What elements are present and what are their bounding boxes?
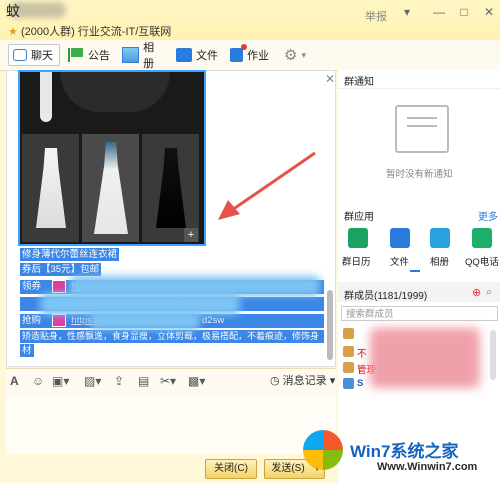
product-panel-model (82, 134, 139, 242)
message-input[interactable] (6, 396, 336, 454)
tab-announcement-label: 公告 (88, 50, 110, 62)
product-panel-black (142, 134, 199, 242)
upload-icon[interactable]: ⇪ (114, 374, 124, 388)
app-label-calendar: 群日历 (342, 257, 371, 268)
close-button[interactable]: 关闭(C) (205, 459, 257, 479)
flag-icon (68, 48, 84, 62)
app-label-album: 相册 (430, 257, 450, 268)
chat-line-description: 矫造贴身，性感飘逸，食身显瘦，立体剪裁，极易搭配，不着痕迹，修饰身 (20, 330, 324, 343)
gif-icon[interactable]: ▣▾ (52, 374, 69, 388)
product-panel-white (22, 134, 79, 242)
tab-homework-label: 作业 (247, 50, 269, 62)
avatar[interactable] (343, 346, 354, 357)
app-label-files: 文件 (390, 257, 410, 268)
gift-icon[interactable]: ▤ (138, 374, 149, 388)
restore-button[interactable]: □ (455, 4, 473, 20)
report-link[interactable]: 举报 (365, 8, 387, 24)
chat-bubble-icon (13, 49, 27, 61)
banner-shape (60, 72, 170, 112)
apps-title: 群应用 (344, 212, 374, 223)
avatar[interactable] (343, 378, 354, 389)
model-figure (94, 142, 128, 234)
homework-icon (230, 44, 247, 62)
chevron-down-icon: ▾ (301, 49, 306, 60)
buy-link-suffix: d2sw (202, 315, 225, 326)
member-search-toggle-icon[interactable]: ⌕ (486, 286, 492, 299)
avatar[interactable] (343, 362, 354, 373)
settings-chevron-icon[interactable]: ▾ (398, 4, 416, 20)
members-scrollbar[interactable] (490, 330, 496, 380)
clock-icon: ◷ (270, 375, 280, 387)
member-redaction-blur (370, 328, 480, 388)
notice-empty-text: 暂时没有新通知 (386, 169, 453, 180)
tab-chat[interactable]: 聊天 (8, 44, 60, 66)
member-name[interactable]: S (357, 378, 363, 389)
watermark-brand: Win7系统之家 (350, 442, 459, 461)
tab-homework[interactable]: 作业 (226, 44, 278, 66)
apps-more-link[interactable]: 更多 (478, 208, 498, 223)
folder-icon (176, 48, 192, 62)
heart-emoji-icon (51, 280, 66, 293)
tab-album[interactable]: 相册 (118, 42, 168, 70)
window-title: 蚊 (6, 3, 20, 19)
members-title: 群成员(1181/1999) (344, 291, 428, 302)
apps-page-indicator (410, 270, 420, 272)
scissors-icon[interactable]: ✂▾ (160, 374, 176, 388)
chat-line-price: 券后【35元】包邮 (20, 263, 102, 276)
app-label-qq-phone: QQ电话 (465, 257, 499, 268)
notice-title: 群通知 (344, 77, 374, 88)
dress-top-figure (40, 72, 52, 122)
buy-label: 抢购 (22, 315, 42, 327)
notification-dot-icon (241, 44, 247, 50)
message-history-button[interactable]: ◷ 消息记录 ▾ (270, 372, 335, 388)
qq-phone-app-icon[interactable] (472, 228, 492, 248)
chat-line-title: 修身薄代尔蕾丝连衣裙 (20, 248, 120, 261)
close-window-button[interactable]: ✕ (480, 4, 498, 20)
member-name[interactable]: 不 (357, 346, 367, 360)
font-icon[interactable]: A (10, 374, 19, 388)
settings-menu[interactable]: ⚙ ▾ (280, 44, 314, 66)
chat-scrollbar[interactable] (327, 290, 333, 360)
coupon-label: 领券 (22, 281, 42, 293)
gear-icon: ⚙ (284, 47, 298, 64)
windows-logo-watermark (303, 430, 343, 470)
tab-files[interactable]: 文件 (172, 44, 222, 66)
send-button[interactable]: 发送(S) (264, 459, 312, 479)
red-arrow-annotation (218, 151, 316, 220)
image-icon[interactable]: ▨▾ (84, 374, 101, 388)
tab-files-label: 文件 (196, 50, 218, 62)
heart-emoji-icon (51, 314, 66, 327)
chat-line-description-end: 材 (20, 344, 34, 357)
tab-album-label: 相册 (143, 42, 155, 70)
avatar[interactable] (343, 328, 354, 339)
tab-chat-label: 聊天 (31, 50, 53, 62)
more-tools-icon[interactable]: ▩▾ (188, 374, 205, 388)
message-history-label: 消息记录 (282, 375, 327, 387)
calendar-app-icon[interactable] (348, 228, 368, 248)
group-info-text: (2000人群) 行业交流-IT/互联网 (20, 26, 172, 38)
files-app-icon[interactable] (390, 228, 410, 248)
product-image[interactable] (18, 70, 206, 246)
member-search-input[interactable]: 搜索群成员 (341, 306, 498, 321)
zoom-plus-icon[interactable]: + (184, 228, 198, 242)
minimize-button[interactable]: — (430, 4, 448, 20)
star-icon: ★ (8, 26, 18, 38)
invite-member-icon[interactable]: ⊕ (472, 286, 481, 299)
collapse-icon[interactable]: ✕ (325, 72, 335, 86)
picture-icon (122, 47, 140, 63)
emoji-icon[interactable]: ☺ (32, 374, 44, 388)
watermark-url: Www.Winwin7.com (377, 461, 478, 473)
group-info: ★ (2000人群) 行业交流-IT/互联网 (8, 23, 171, 39)
history-chevron-icon: ▾ (329, 375, 336, 387)
black-dress-figure (156, 148, 186, 228)
empty-notice-icon (395, 105, 449, 153)
tab-announcement[interactable]: 公告 (64, 44, 114, 66)
divider (338, 88, 500, 89)
white-dress-figure (36, 148, 66, 228)
album-app-icon[interactable] (430, 228, 450, 248)
redaction-smear (90, 312, 200, 330)
